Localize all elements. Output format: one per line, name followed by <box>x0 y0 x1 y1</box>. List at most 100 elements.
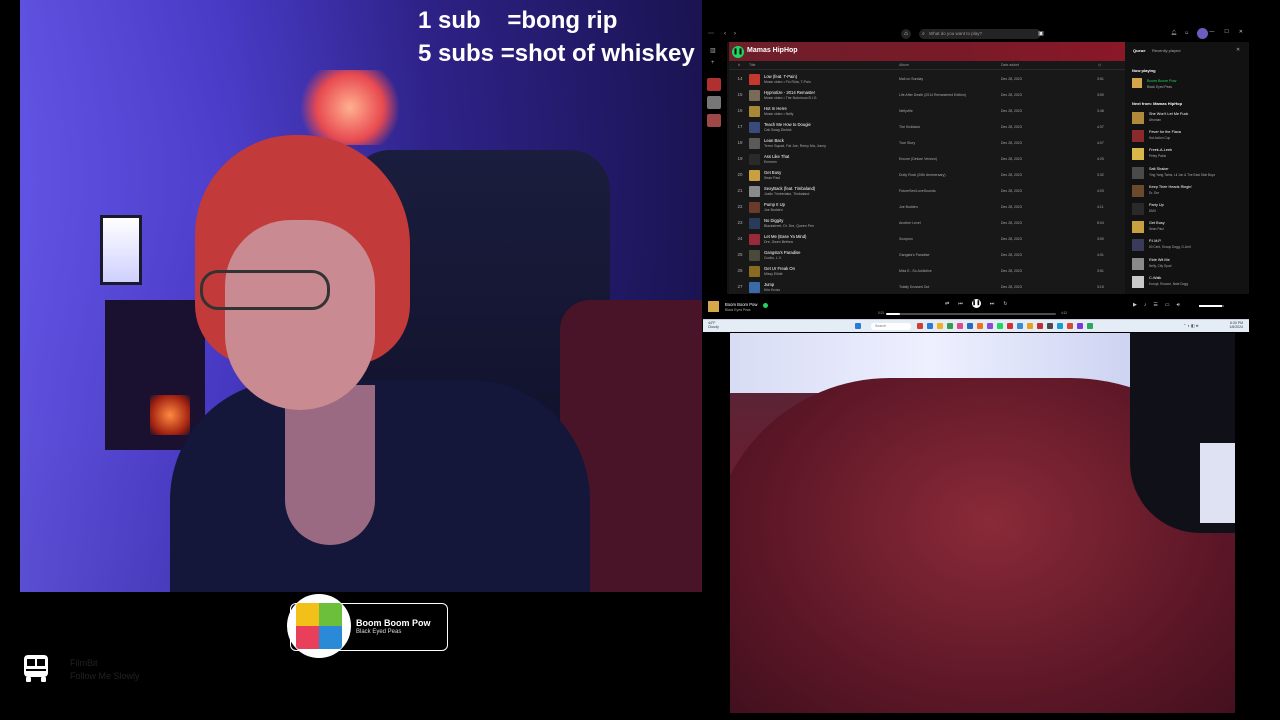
track-title[interactable]: Ass Like That <box>764 154 789 159</box>
track-title[interactable]: Teach Me How to Dougie <box>764 122 811 127</box>
track-title[interactable]: Pump It Up <box>764 202 785 207</box>
track-artist[interactable]: Dre, Gwen Bethea <box>764 240 793 244</box>
queue-item[interactable]: Keep Their Heads Ringin' Dr. Dre <box>1132 183 1247 199</box>
track-album[interactable]: Totally Krossed Out <box>899 285 929 289</box>
track-title[interactable]: Hot In Herre <box>764 106 787 111</box>
volume-icon[interactable]: 🔊︎ <box>1177 302 1180 308</box>
track-album[interactable]: Life After Death (2014 Remastered Editio… <box>899 93 966 97</box>
track-row[interactable]: 22 Pump It Up Joe Budden Joe Budden Dec 28, … <box>729 200 1125 216</box>
queue-item-artist[interactable]: Kurupt, Roscoe, Nate Dogg <box>1149 282 1188 286</box>
taskbar-clock[interactable]: 6:30 PM 1/6/2024 <box>1213 321 1243 329</box>
player-song-title[interactable]: Boom Boom Pow <box>725 302 757 307</box>
taskbar-app-icon[interactable] <box>1057 323 1063 329</box>
track-album[interactable]: The Kickback <box>899 125 920 129</box>
taskbar-app-icon[interactable] <box>1047 323 1053 329</box>
bell-icon[interactable]: 🔔︎ <box>1171 30 1177 36</box>
track-title[interactable]: SexyBack (feat. Timbaland) <box>764 186 815 191</box>
lyrics-icon[interactable]: ♪ <box>1144 302 1147 308</box>
queue-item[interactable]: Party Up DMX <box>1132 201 1247 217</box>
track-title[interactable]: Let Me (Ease Ya Mind) <box>764 234 806 239</box>
menu-dots-icon[interactable]: ⋯ <box>707 30 715 38</box>
queue-item-title[interactable]: She Won't Let Me Fuck <box>1149 112 1188 116</box>
playlist-play-button[interactable]: ❚❚ <box>732 46 744 58</box>
track-row[interactable]: 18 Lean Back Terror Squad, Fat Joe, Remy M… <box>729 136 1125 152</box>
queue-item[interactable]: C-Walk Kurupt, Roscoe, Nate Dogg <box>1132 274 1247 290</box>
track-artist[interactable]: Blackstreet, Dr. Dre, Queen Pen <box>764 224 814 228</box>
queue-item-title[interactable]: Salt Shaker <box>1149 167 1169 171</box>
track-row[interactable]: 15 Hypnotize - 2014 Remaster Music video •… <box>729 88 1125 104</box>
taskbar-app-icon[interactable] <box>1077 323 1083 329</box>
now-playing-artist[interactable]: Black Eyed Peas <box>1147 85 1172 89</box>
browse-icon[interactable]: ▣ <box>1037 30 1045 38</box>
queue-item[interactable]: Freek-A-Leek Petey Pablo <box>1132 146 1247 162</box>
track-row[interactable]: 26 Get Ur Freak On Missy Elliott Miss E...S… <box>729 264 1125 280</box>
queue-item[interactable]: Salt Shaker Ying Yang Twins, Lil Jon & Th… <box>1132 165 1247 181</box>
queue-item-title[interactable]: P.I.M.P. <box>1149 239 1162 243</box>
repeat-icon[interactable]: ↻ <box>1003 301 1007 307</box>
player-artist[interactable]: Black Eyed Peas <box>725 308 751 312</box>
queue-item-artist[interactable]: Afroman <box>1149 118 1161 122</box>
track-row[interactable]: 16 Hot In Herre Music video • Nelly Nellyvi… <box>729 104 1125 120</box>
queue-item-artist[interactable]: DMX <box>1149 209 1156 213</box>
track-artist[interactable]: Justin Timberlake, Timbaland <box>764 192 809 196</box>
queue-item-artist[interactable]: Ying Yang Twins, Lil Jon & The East Side… <box>1149 173 1215 177</box>
close-icon[interactable]: ✕ <box>1239 29 1243 35</box>
track-artist[interactable]: Eminem <box>764 160 777 164</box>
taskbar-app-icon[interactable] <box>1037 323 1043 329</box>
sidebar-playlist-thumb[interactable] <box>707 78 721 91</box>
queue-item-artist[interactable]: Sean Paul <box>1149 227 1164 231</box>
track-title[interactable]: No Diggity <box>764 218 783 223</box>
track-artist[interactable]: Music video • Flo Rida, T-Pain <box>764 80 811 84</box>
search-input[interactable]: ⌕ What do you want to play? <box>919 29 1041 39</box>
taskbar-search[interactable]: Search <box>871 323 911 330</box>
track-album[interactable]: Mail on Sunday <box>899 77 923 81</box>
maximize-icon[interactable]: ☐ <box>1224 29 1228 35</box>
queue-item-title[interactable]: Get Busy <box>1149 221 1165 225</box>
tab-recently-played[interactable]: Recently played <box>1152 48 1180 53</box>
now-playing-title[interactable]: Boom Boom Pow <box>1147 79 1176 83</box>
taskbar-app-icon[interactable] <box>967 323 973 329</box>
queue-item[interactable]: Fever for the Flava Hot Action Cop <box>1132 128 1247 144</box>
queue-item-title[interactable]: Freek-A-Leek <box>1149 148 1172 152</box>
taskbar-app-icon[interactable] <box>1067 323 1073 329</box>
queue-item-title[interactable]: Fever for the Flava <box>1149 130 1181 134</box>
queue-item-artist[interactable]: Nelly, City Spud <box>1149 264 1171 268</box>
shuffle-icon[interactable]: ⇄ <box>945 301 949 307</box>
track-title[interactable]: Gangsta's Paradise <box>764 250 800 255</box>
track-album[interactable]: Scorpion <box>899 237 913 241</box>
taskbar-app-icon[interactable] <box>987 323 993 329</box>
track-album[interactable]: Another Level <box>899 221 921 225</box>
system-tray[interactable]: ⌃ ◐ ◧ 🔊︎ <box>1183 323 1198 328</box>
track-row[interactable]: 23 No Diggity Blackstreet, Dr. Dre, Queen … <box>729 216 1125 232</box>
queue-item[interactable]: Ride Wit Me Nelly, City Spud <box>1132 256 1247 272</box>
track-album[interactable]: Miss E...So Addictive <box>899 269 932 273</box>
pause-button[interactable]: ❚❚ <box>971 299 981 308</box>
track-title[interactable]: Lean Back <box>764 138 784 143</box>
queue-item-title[interactable]: C-Walk <box>1149 276 1161 280</box>
track-artist[interactable]: Coolio, L.V. <box>764 256 782 260</box>
track-title[interactable]: Get Busy <box>764 170 781 175</box>
taskbar-app-icon[interactable] <box>927 323 933 329</box>
player-album-art[interactable] <box>708 301 719 312</box>
device-icon[interactable]: ▭ <box>1165 302 1170 308</box>
close-icon[interactable]: ✕ <box>1236 47 1240 53</box>
queue-item-title[interactable]: Ride Wit Me <box>1149 258 1170 262</box>
track-title[interactable]: Jump <box>764 282 774 287</box>
taskbar-app-icon[interactable] <box>917 323 923 329</box>
now-playing-view-icon[interactable]: ▶ <box>1133 302 1137 308</box>
track-artist[interactable]: Missy Elliott <box>764 272 782 276</box>
back-arrow-icon[interactable]: ‹ <box>721 30 729 38</box>
home-button[interactable]: ⌂ <box>901 29 911 39</box>
taskbar-app-icon[interactable] <box>977 323 983 329</box>
track-album[interactable]: True Story <box>899 141 915 145</box>
track-row[interactable]: 24 Let Me (Ease Ya Mind) Dre, Gwen Bethea S… <box>729 232 1125 248</box>
add-icon[interactable]: + <box>711 60 715 66</box>
taskbar-app-icon[interactable] <box>1087 323 1093 329</box>
track-row[interactable]: 14 Low (feat. T-Pain) Music video • Flo Ri… <box>729 72 1125 88</box>
track-artist[interactable]: Music video • The Notorious B.I.G. <box>764 96 818 100</box>
taskbar-app-icon[interactable] <box>1017 323 1023 329</box>
queue-item-artist[interactable]: 50 Cent, Snoop Dogg, G-Unit <box>1149 245 1191 249</box>
queue-item[interactable]: P.I.M.P. 50 Cent, Snoop Dogg, G-Unit <box>1132 237 1247 253</box>
saved-check-icon[interactable] <box>763 303 768 308</box>
track-album[interactable]: Encore (Deluxe Version) <box>899 157 937 161</box>
